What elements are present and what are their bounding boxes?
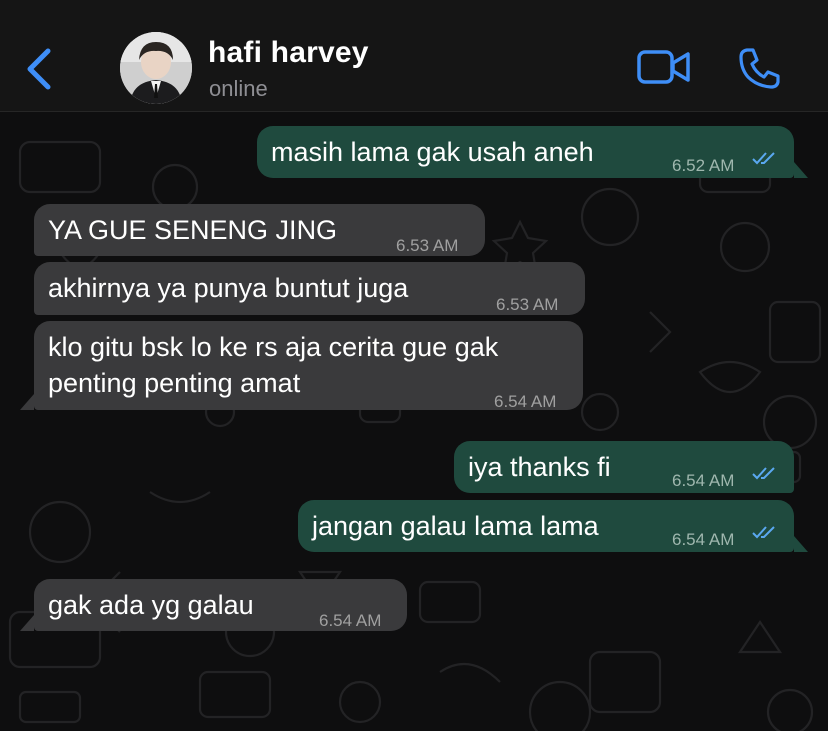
message-text: masih lama gak usah aneh	[271, 137, 594, 167]
message-outgoing[interactable]: iya thanks fi 6.54 AM	[454, 441, 794, 493]
message-time: 6.52 AM	[672, 156, 735, 175]
message-outgoing[interactable]: masih lama gak usah aneh 6.52 AM	[257, 126, 808, 178]
video-call-button[interactable]	[636, 47, 692, 87]
message-incoming[interactable]: YA GUE SENENG JING 6.53 AM	[34, 204, 485, 256]
double-check-icon	[752, 526, 775, 539]
message-text: jangan galau lama lama	[312, 511, 599, 541]
avatar[interactable]	[120, 32, 192, 104]
bubble-tail	[794, 536, 808, 552]
video-camera-icon	[637, 50, 690, 84]
chat-area[interactable]: masih lama gak usah aneh 6.52 AM YA GUE …	[0, 112, 828, 731]
bubble-tail	[20, 615, 34, 631]
message-incoming[interactable]: akhirnya ya punya buntut juga 6.53 AM	[34, 262, 585, 315]
message-time: 6.53 AM	[396, 236, 459, 255]
message-time: 6.54 AM	[319, 611, 382, 630]
voice-call-button[interactable]	[738, 46, 782, 90]
message-incoming[interactable]: gak ada yg galau 6.54 AM	[20, 579, 407, 631]
message-incoming[interactable]: klo gitu bsk lo ke rs aja cerita gue gak…	[20, 321, 583, 411]
message-outgoing[interactable]: jangan galau lama lama 6.54 AM	[298, 500, 808, 552]
phone-icon	[739, 48, 780, 89]
message-text: iya thanks fi	[468, 452, 611, 482]
back-button[interactable]	[22, 47, 56, 91]
message-text: gak ada yg galau	[48, 590, 254, 620]
message-text-line1: klo gitu bsk lo ke rs aja cerita gue gak	[48, 332, 499, 362]
message-text: akhirnya ya punya buntut juga	[48, 273, 409, 303]
bubble-tail	[20, 394, 34, 410]
double-check-icon	[752, 467, 775, 480]
avatar-photo	[120, 32, 192, 104]
double-check-icon	[752, 152, 775, 165]
contact-name[interactable]: hafi harvey	[208, 36, 369, 70]
chat-header: hafi harvey online	[0, 0, 828, 112]
message-time: 6.54 AM	[494, 392, 557, 411]
message-time: 6.53 AM	[496, 295, 559, 314]
message-time: 6.54 AM	[672, 471, 735, 490]
contact-status: online	[209, 76, 268, 101]
message-text: YA GUE SENENG JING	[48, 215, 338, 245]
chevron-left-icon	[27, 48, 51, 90]
message-time: 6.54 AM	[672, 530, 735, 549]
message-text-line2: penting penting amat	[48, 368, 301, 398]
bubble-tail	[794, 162, 808, 178]
